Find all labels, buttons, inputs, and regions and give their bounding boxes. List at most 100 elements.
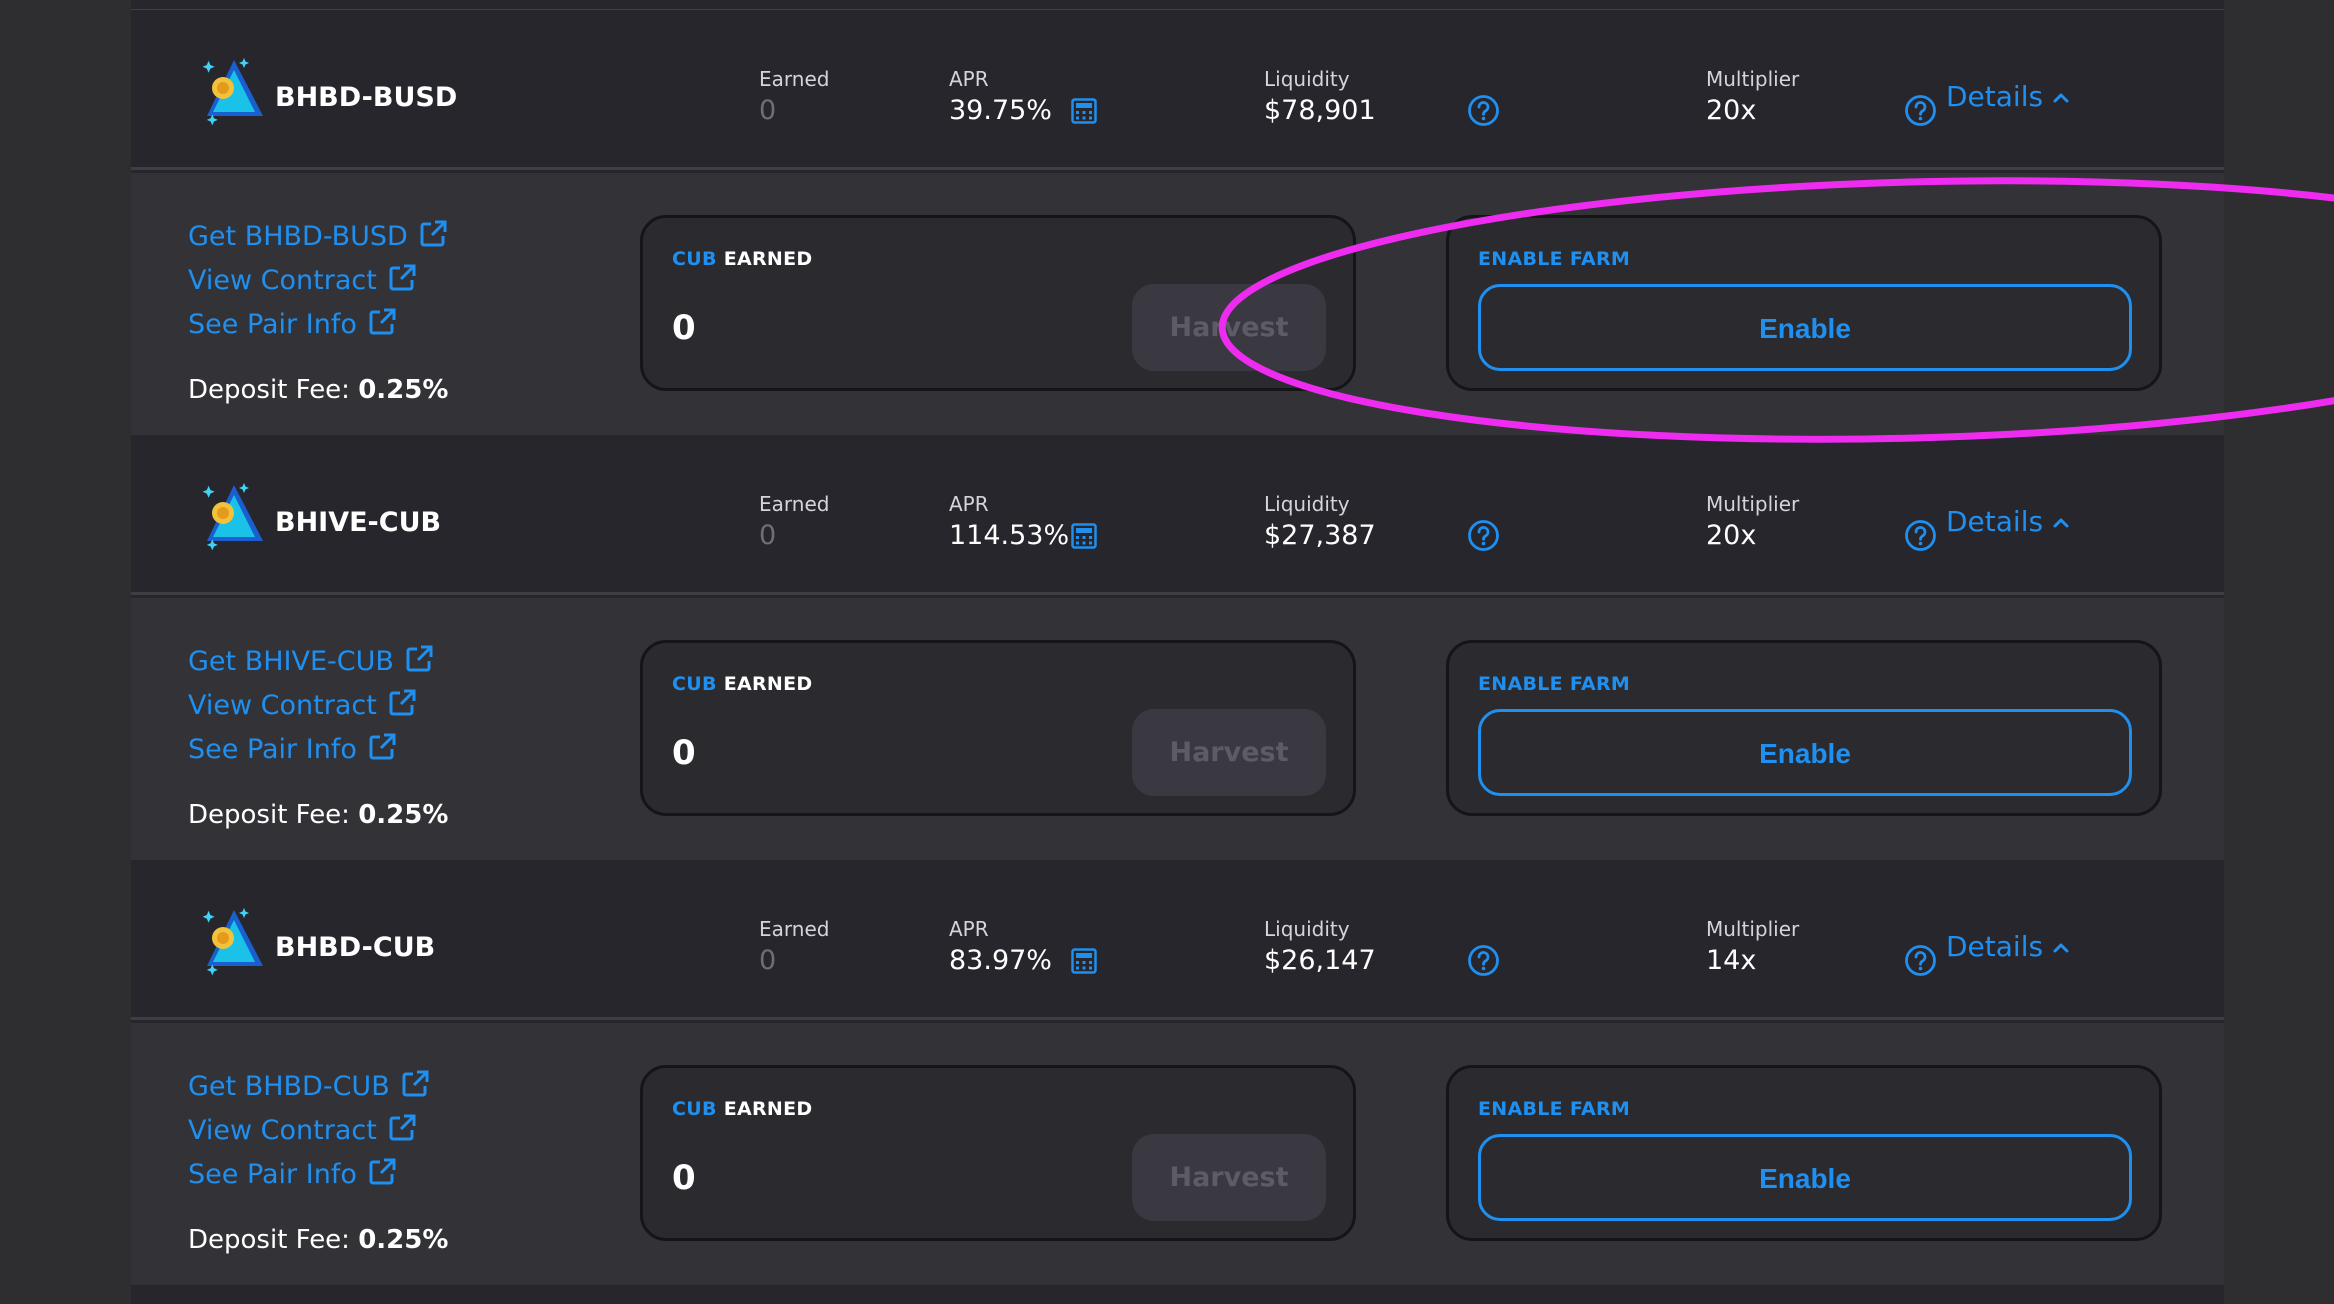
enable-button[interactable]: Enable (1478, 709, 2132, 796)
enable-farm-card: ENABLE FARM Enable (1446, 215, 2162, 391)
chevron-up-icon (2053, 93, 2069, 103)
get-lp-label: Get BHIVE-CUB (188, 646, 394, 677)
view-contract-label: View Contract (188, 690, 377, 721)
external-link-icon (406, 645, 433, 672)
divider (131, 167, 2224, 170)
deposit-fee-value: 0.25% (358, 375, 449, 405)
enable-farm-label: ENABLE FARM (1478, 673, 1631, 695)
token-pair-icon (202, 483, 263, 551)
earned-card-label: CUB EARNED (672, 248, 812, 270)
earned-amount: 0 (672, 733, 696, 773)
get-lp-link[interactable]: Get BHBD-BUSD (188, 215, 448, 259)
farm-row-header[interactable]: BHBD-BUSD Earned 0 APR 39.75% Liquidity … (131, 10, 2224, 170)
earned-card-label: CUB EARNED (672, 673, 812, 695)
multiplier-label: Multiplier (1706, 67, 1800, 91)
see-pair-info-link[interactable]: See Pair Info (188, 728, 434, 772)
earned-label: Earned (759, 67, 830, 91)
external-link-icon (389, 689, 416, 716)
farm-links: Get BHIVE-CUB View Contract See Pair Inf… (188, 640, 434, 772)
earned-card: CUB EARNED 0 Harvest (640, 640, 1356, 816)
harvest-button[interactable]: Harvest (1132, 284, 1326, 371)
earned-amount: 0 (672, 1158, 696, 1198)
details-toggle-button[interactable]: Details (1946, 930, 2071, 963)
details-label: Details (1946, 80, 2044, 113)
details-toggle-button[interactable]: Details (1946, 505, 2071, 538)
external-link-icon (389, 1114, 416, 1141)
pair-name: BHBD-BUSD (275, 82, 458, 113)
deposit-fee-value: 0.25% (358, 800, 449, 830)
external-link-icon (369, 733, 396, 760)
chevron-up-icon (2053, 943, 2069, 953)
enable-button[interactable]: Enable (1478, 284, 2132, 371)
help-icon[interactable] (1904, 944, 1937, 977)
view-contract-link[interactable]: View Contract (188, 1109, 430, 1153)
apr-value: 83.97% (949, 945, 1052, 976)
calculator-icon[interactable] (1071, 98, 1097, 124)
view-contract-label: View Contract (188, 265, 377, 296)
harvest-button[interactable]: Harvest (1132, 709, 1326, 796)
earned-token-label: CUB (672, 248, 717, 270)
harvest-button[interactable]: Harvest (1132, 1134, 1326, 1221)
liquidity-value: $26,147 (1264, 945, 1376, 976)
farm-row-header[interactable]: BHBD-CUB Earned 0 APR 83.97% Liquidity $… (131, 860, 2224, 1020)
external-link-icon (369, 1158, 396, 1185)
view-contract-link[interactable]: View Contract (188, 684, 434, 728)
enable-button[interactable]: Enable (1478, 1134, 2132, 1221)
calculator-icon[interactable] (1071, 948, 1097, 974)
deposit-fee-label: Deposit Fee: (188, 1225, 350, 1255)
details-label: Details (1946, 930, 2044, 963)
help-icon[interactable] (1904, 519, 1937, 552)
farm-row: BHIVE-CUB Earned 0 APR 114.53% Liquidity… (131, 435, 2224, 860)
earned-token-label: CUB (672, 1098, 717, 1120)
earned-label: Earned (759, 492, 830, 516)
help-icon[interactable] (1467, 944, 1500, 977)
help-icon[interactable] (1467, 519, 1500, 552)
farm-row-header[interactable]: BHIVE-CUB Earned 0 APR 114.53% Liquidity… (131, 435, 2224, 595)
multiplier-value: 20x (1706, 95, 1757, 126)
apr-value: 114.53% (949, 520, 1070, 551)
earned-value: 0 (759, 95, 777, 126)
earned-suffix-label: EARNED (723, 248, 813, 270)
calculator-icon[interactable] (1071, 523, 1097, 549)
multiplier-label: Multiplier (1706, 917, 1800, 941)
token-pair-icon (202, 58, 263, 126)
apr-label: APR (949, 917, 989, 941)
view-contract-label: View Contract (188, 1115, 377, 1146)
token-pair-icon (202, 908, 263, 976)
deposit-fee-value: 0.25% (358, 1225, 449, 1255)
liquidity-value: $78,901 (1264, 95, 1376, 126)
get-lp-link[interactable]: Get BHIVE-CUB (188, 640, 434, 684)
earned-card: CUB EARNED 0 Harvest (640, 215, 1356, 391)
earned-value: 0 (759, 945, 777, 976)
liquidity-label: Liquidity (1264, 492, 1350, 516)
enable-farm-card: ENABLE FARM Enable (1446, 640, 2162, 816)
liquidity-label: Liquidity (1264, 917, 1350, 941)
farm-row: BHBD-BUSD Earned 0 APR 39.75% Liquidity … (131, 10, 2224, 435)
help-icon[interactable] (1904, 94, 1937, 127)
get-lp-label: Get BHBD-BUSD (188, 221, 408, 252)
multiplier-value: 14x (1706, 945, 1757, 976)
see-pair-info-link[interactable]: See Pair Info (188, 303, 448, 347)
apr-label: APR (949, 492, 989, 516)
details-label: Details (1946, 505, 2044, 538)
see-pair-info-link[interactable]: See Pair Info (188, 1153, 430, 1197)
divider (131, 592, 2224, 595)
deposit-fee: Deposit Fee: 0.25% (188, 375, 448, 405)
help-icon[interactable] (1467, 94, 1500, 127)
view-contract-link[interactable]: View Contract (188, 259, 448, 303)
get-lp-link[interactable]: Get BHBD-CUB (188, 1065, 430, 1109)
liquidity-label: Liquidity (1264, 67, 1350, 91)
deposit-fee-label: Deposit Fee: (188, 800, 350, 830)
enable-farm-card: ENABLE FARM Enable (1446, 1065, 2162, 1241)
earned-suffix-label: EARNED (723, 1098, 813, 1120)
see-pair-info-label: See Pair Info (188, 309, 357, 340)
details-toggle-button[interactable]: Details (1946, 80, 2071, 113)
farm-links: Get BHBD-CUB View Contract See Pair Info (188, 1065, 430, 1197)
pair-name: BHIVE-CUB (275, 507, 442, 538)
farm-row-details: Get BHBD-CUB View Contract See Pair Info… (131, 1023, 2224, 1285)
enable-farm-label: ENABLE FARM (1478, 1098, 1631, 1120)
deposit-fee: Deposit Fee: 0.25% (188, 1225, 448, 1255)
pair-name: BHBD-CUB (275, 932, 436, 963)
earned-value: 0 (759, 520, 777, 551)
farm-row-details: Get BHBD-BUSD View Contract See Pair Inf… (131, 173, 2224, 435)
